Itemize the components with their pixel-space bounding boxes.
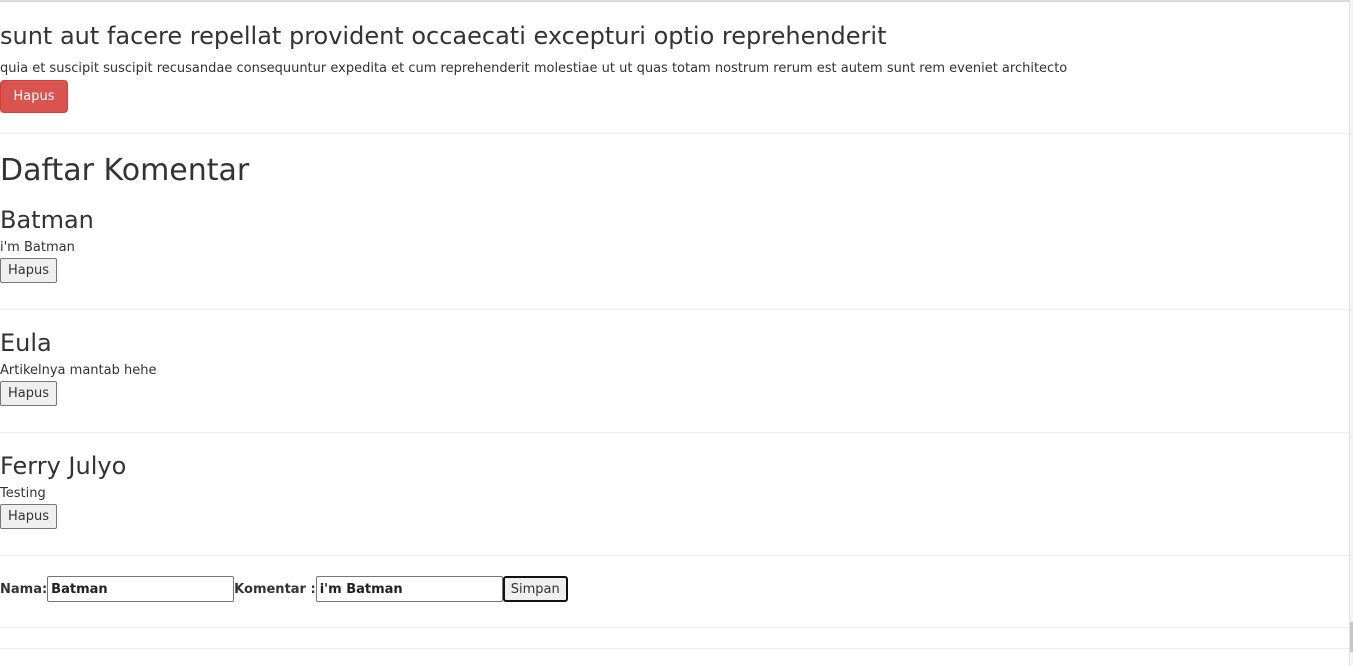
comment-author: Ferry Julyo [0,452,127,480]
delete-comment-button[interactable]: Hapus [0,381,58,406]
delete-comment-button[interactable]: Hapus [0,258,58,283]
comment-text: Artikelnya mantab hehe [0,363,157,378]
comment-form: Nama: Komentar : Simpan [0,576,568,602]
delete-article-button[interactable]: Hapus [0,80,68,113]
comments-heading: Daftar Komentar [0,153,250,188]
article-body: quia et suscipit suscipit recusandae con… [0,61,1068,76]
divider [0,133,1350,134]
page: sunt aut facere repellat provident occae… [0,0,1353,666]
comment-text: i'm Batman [0,240,75,255]
comment-label: Komentar : [234,581,316,597]
scrollbar-track[interactable] [1349,0,1353,666]
comment-text: Testing [0,486,46,501]
name-label: Nama: [0,581,48,597]
comment-item: Eula Artikelnya mantab hehe Hapus [0,328,1350,418]
delete-comment-button[interactable]: Hapus [0,504,58,529]
divider [0,432,1350,433]
top-border [0,0,1353,2]
comment-item: Ferry Julyo Testing Hapus [0,451,1350,541]
divider [0,648,1350,649]
article-title: sunt aut facere repellat provident occae… [0,22,887,50]
divider [0,555,1350,556]
name-input[interactable] [47,576,235,602]
divider [0,309,1350,310]
divider [0,627,1350,628]
comment-author: Eula [0,329,52,357]
comment-input[interactable] [315,576,503,602]
comment-author: Batman [0,206,94,234]
comment-item: Batman i'm Batman Hapus [0,205,1350,295]
save-button[interactable]: Simpan [502,576,568,602]
